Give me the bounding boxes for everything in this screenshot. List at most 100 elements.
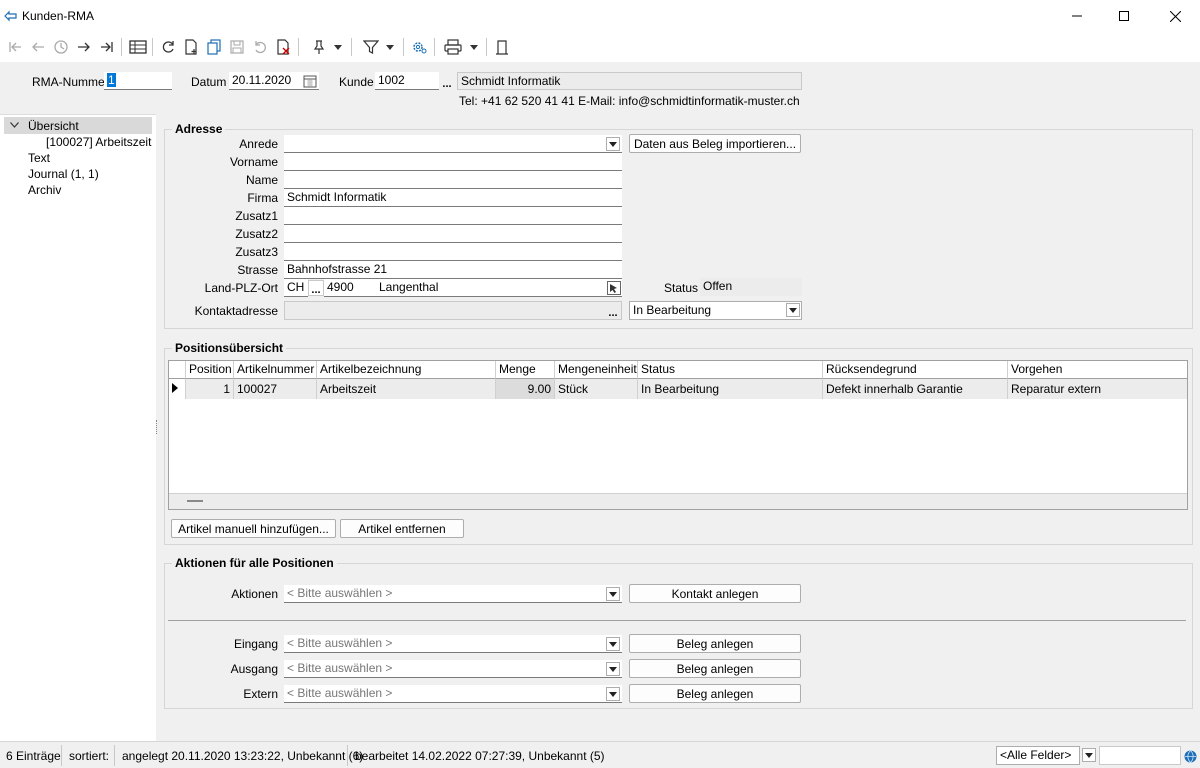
layout-button[interactable] xyxy=(491,36,513,58)
next-record-button[interactable] xyxy=(73,36,95,58)
tree-item-journal[interactable]: Journal (1, 1) xyxy=(28,167,99,181)
column-header-ruecksendegrund[interactable]: Rücksendegrund xyxy=(823,361,1008,379)
new-record-button[interactable] xyxy=(180,36,202,58)
kontaktadresse-field[interactable] xyxy=(284,301,622,320)
extern-dropdown-icon[interactable] xyxy=(606,687,620,701)
print-dropdown[interactable] xyxy=(467,36,481,58)
toolbar-separator xyxy=(152,38,153,56)
land-field[interactable]: CH xyxy=(284,279,308,297)
anrede-dropdown-icon[interactable] xyxy=(606,137,620,151)
zusatz1-field[interactable] xyxy=(284,207,622,225)
cell-position[interactable]: 1 xyxy=(186,379,234,399)
name-field[interactable] xyxy=(284,171,622,189)
grid-footer xyxy=(169,493,1187,509)
firma-field[interactable]: Schmidt Informatik xyxy=(284,189,622,207)
close-button[interactable] xyxy=(1152,0,1198,32)
tree-item-position[interactable]: [100027] Arbeitszeit xyxy=(46,135,151,149)
ausgang-dropdown-icon[interactable] xyxy=(606,662,620,676)
refresh-button[interactable] xyxy=(157,36,179,58)
filter-button[interactable] xyxy=(360,36,382,58)
settings-button[interactable] xyxy=(408,36,430,58)
calendar-icon[interactable] xyxy=(303,74,317,88)
window-title: Kunden-RMA xyxy=(22,9,95,23)
grid-footer-grip[interactable] xyxy=(187,500,203,502)
last-record-button[interactable] xyxy=(96,36,118,58)
delete-record-button[interactable] xyxy=(272,36,294,58)
column-header-mengeneinheit[interactable]: Mengeneinheit xyxy=(555,361,638,379)
cell-menge[interactable]: 9.00 xyxy=(496,379,555,399)
aktionen-title: Aktionen für alle Positionen xyxy=(172,556,337,570)
column-header-artikelnummer[interactable]: Artikelnummer xyxy=(234,361,317,379)
bearbeitung-dropdown-icon[interactable] xyxy=(786,303,800,317)
pin-dropdown[interactable] xyxy=(331,36,345,58)
kunde-lookup-button[interactable]: ... xyxy=(439,73,455,90)
column-header-status[interactable]: Status xyxy=(638,361,823,379)
eingang-beleg-anlegen-button[interactable]: Beleg anlegen xyxy=(629,634,801,653)
land-lookup-button[interactable]: ... xyxy=(308,280,324,296)
undo-button[interactable] xyxy=(249,36,271,58)
search-field-select[interactable]: <Alle Felder> xyxy=(996,746,1080,765)
cell-artikelbezeichnung[interactable]: Arbeitszeit xyxy=(317,379,496,399)
cell-ruecksendegrund[interactable]: Defekt innerhalb Garantie xyxy=(823,379,1008,399)
minimize-button[interactable] xyxy=(1054,0,1100,32)
eingang-select[interactable]: < Bitte auswählen > xyxy=(284,635,622,653)
zusatz2-field[interactable] xyxy=(284,225,622,243)
datum-label: Datum xyxy=(191,75,227,89)
kunde-number-field[interactable]: 1002 xyxy=(375,72,439,90)
cell-status[interactable]: In Bearbeitung xyxy=(638,379,823,399)
gear-icon xyxy=(413,42,427,54)
aktionen-dropdown-icon[interactable] xyxy=(606,587,620,601)
kontakt-anlegen-button[interactable]: Kontakt anlegen xyxy=(629,584,801,603)
ort-field[interactable]: Langenthal xyxy=(376,279,622,297)
anrede-select[interactable] xyxy=(284,135,622,153)
save-button[interactable] xyxy=(226,36,248,58)
maximize-button[interactable] xyxy=(1101,0,1147,32)
print-button[interactable] xyxy=(442,36,464,58)
pane-splitter[interactable] xyxy=(156,114,162,741)
ausgang-select[interactable]: < Bitte auswählen > xyxy=(284,660,622,678)
vorname-field[interactable] xyxy=(284,153,622,171)
toolbar xyxy=(0,32,1200,62)
cell-artikelnummer[interactable]: 100027 xyxy=(234,379,317,399)
eingang-dropdown-icon[interactable] xyxy=(606,637,620,651)
tree-item-uebersicht[interactable]: Übersicht xyxy=(4,117,152,134)
pin-button[interactable] xyxy=(308,36,330,58)
rma-app-icon xyxy=(4,10,17,22)
zusatz3-field[interactable] xyxy=(284,243,622,261)
add-article-manually-button[interactable]: Artikel manuell hinzufügen... xyxy=(171,519,336,538)
datum-value: 20.11.2020 xyxy=(232,73,292,87)
map-lookup-icon[interactable] xyxy=(607,281,621,295)
extern-select[interactable]: < Bitte auswählen > xyxy=(284,685,622,703)
table-view-button[interactable] xyxy=(127,36,149,58)
search-field-dropdown-icon[interactable] xyxy=(1082,748,1096,762)
column-header-menge[interactable]: Menge xyxy=(496,361,555,379)
column-header-vorgehen[interactable]: Vorgehen xyxy=(1008,361,1187,379)
remove-article-button[interactable]: Artikel entfernen xyxy=(340,519,464,538)
extern-beleg-anlegen-button[interactable]: Beleg anlegen xyxy=(629,684,801,703)
first-record-button[interactable] xyxy=(4,36,26,58)
previous-record-button[interactable] xyxy=(27,36,49,58)
copy-record-button[interactable] xyxy=(203,36,225,58)
table-row[interactable]: 1 100027 Arbeitszeit 9.00 Stück In Bearb… xyxy=(169,379,1187,399)
cell-vorgehen[interactable]: Reparatur extern xyxy=(1008,379,1187,399)
aktionen-select[interactable]: < Bitte auswählen > xyxy=(284,585,622,603)
tree-item-text[interactable]: Text xyxy=(28,151,50,165)
kontaktadresse-lookup-button[interactable]: ... xyxy=(605,302,621,319)
bearbeitung-select[interactable]: In Bearbeitung xyxy=(629,301,802,320)
tree-item-archiv[interactable]: Archiv xyxy=(28,183,61,197)
import-from-beleg-button[interactable]: Daten aus Beleg importieren... xyxy=(629,134,801,153)
cell-mengeneinheit[interactable]: Stück xyxy=(555,379,638,399)
ausgang-beleg-anlegen-button[interactable]: Beleg anlegen xyxy=(629,659,801,678)
column-header-position[interactable]: Position xyxy=(186,361,234,379)
search-input[interactable] xyxy=(1099,746,1181,765)
filter-dropdown[interactable] xyxy=(383,36,397,58)
rma-number-field[interactable]: 1 xyxy=(104,72,172,90)
strasse-field[interactable]: Bahnhofstrasse 21 xyxy=(284,261,622,279)
column-header-artikelbezeichnung[interactable]: Artikelbezeichnung xyxy=(317,361,496,379)
search-globe-icon[interactable] xyxy=(1184,750,1197,763)
kunde-label: Kunde xyxy=(339,75,374,89)
history-button[interactable] xyxy=(50,36,72,58)
created-info: angelegt 20.11.2020 13:23:22, Unbekannt … xyxy=(116,745,363,766)
plz-field[interactable]: 4900 xyxy=(324,279,376,297)
extern-label: Extern xyxy=(243,687,278,701)
